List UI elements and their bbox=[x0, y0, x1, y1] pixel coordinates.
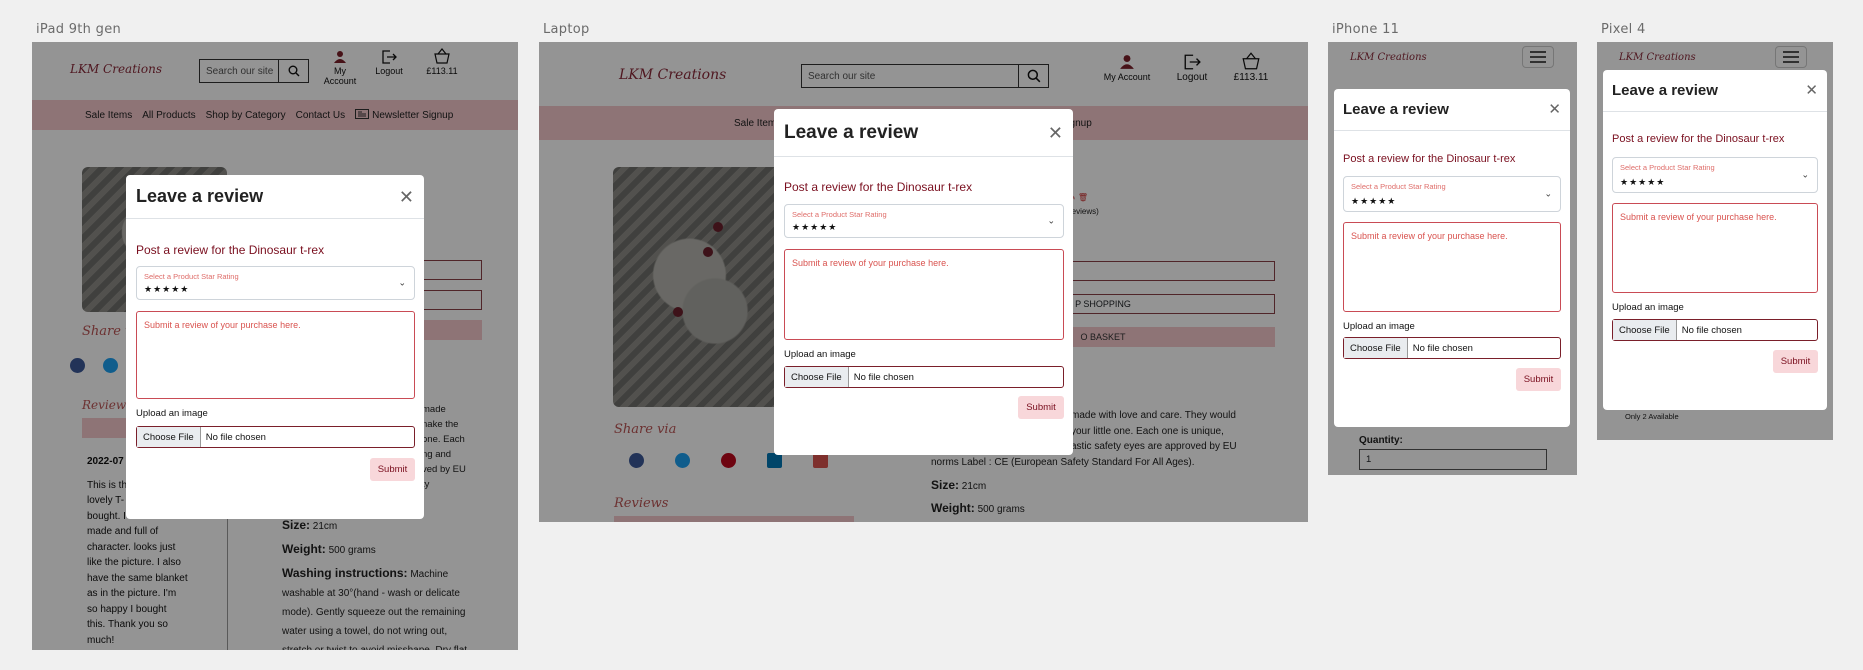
device-frame-laptop: LKM Creations Search our site My Account… bbox=[539, 42, 1308, 522]
upload-label: Upload an image bbox=[136, 408, 208, 419]
modal-header: Leave a review ✕ bbox=[1334, 89, 1570, 131]
device-label-laptop: Laptop bbox=[543, 22, 590, 37]
close-icon[interactable]: ✕ bbox=[399, 188, 414, 206]
file-name: No file chosen bbox=[205, 431, 266, 443]
modal-header: Leave a review ✕ bbox=[126, 175, 424, 219]
review-textarea[interactable]: Submit a review of your purchase here. bbox=[1612, 203, 1818, 293]
modal-title: Leave a review bbox=[1612, 82, 1718, 99]
file-input[interactable]: Choose File No file chosen bbox=[1612, 319, 1818, 341]
device-label-pixel: Pixel 4 bbox=[1601, 22, 1646, 37]
review-textarea[interactable]: Submit a review of your purchase here. bbox=[784, 249, 1064, 340]
modal-subtitle: Post a review for the Dinosaur t-rex bbox=[136, 243, 325, 257]
file-input[interactable]: Choose File No file chosen bbox=[1343, 337, 1561, 359]
review-modal: Leave a review ✕ Post a review for the D… bbox=[774, 109, 1073, 455]
modal-title: Leave a review bbox=[136, 186, 264, 206]
chevron-down-icon: ⌄ bbox=[1047, 215, 1055, 226]
choose-file-button[interactable]: Choose File bbox=[1344, 338, 1408, 358]
close-icon[interactable]: ✕ bbox=[1048, 124, 1063, 142]
upload-label: Upload an image bbox=[1612, 302, 1684, 313]
close-icon[interactable]: ✕ bbox=[1548, 102, 1561, 117]
modal-subtitle: Post a review for the Dinosaur t-rex bbox=[1612, 133, 1785, 145]
upload-label: Upload an image bbox=[784, 349, 856, 360]
star-rating-value: ★★★★★ bbox=[1351, 196, 1397, 206]
chevron-down-icon: ⌄ bbox=[398, 277, 406, 288]
chevron-down-icon: ⌄ bbox=[1801, 169, 1809, 180]
submit-button[interactable]: Submit bbox=[1516, 368, 1561, 391]
star-rating-label: Select a Product Star Rating bbox=[1620, 163, 1715, 172]
modal-header: Leave a review ✕ bbox=[1603, 70, 1827, 112]
upload-label: Upload an image bbox=[1343, 321, 1415, 332]
choose-file-button[interactable]: Choose File bbox=[1613, 320, 1677, 340]
modal-header: Leave a review ✕ bbox=[774, 109, 1073, 157]
choose-file-button[interactable]: Choose File bbox=[785, 367, 849, 387]
choose-file-button[interactable]: Choose File bbox=[137, 427, 201, 447]
modal-subtitle: Post a review for the Dinosaur t-rex bbox=[1343, 153, 1516, 165]
device-label-ipad: iPad 9th gen bbox=[36, 22, 122, 37]
modal-title: Leave a review bbox=[1343, 101, 1449, 118]
review-textarea[interactable]: Submit a review of your purchase here. bbox=[1343, 222, 1561, 312]
submit-button[interactable]: Submit bbox=[370, 458, 415, 481]
review-modal: Leave a review ✕ Post a review for the D… bbox=[1334, 89, 1570, 427]
star-rating-value: ★★★★★ bbox=[144, 284, 190, 294]
submit-button[interactable]: Submit bbox=[1018, 396, 1064, 419]
device-frame-iphone: LKM Creations Quantity: 1 Leave a review… bbox=[1328, 42, 1577, 475]
file-input[interactable]: Choose File No file chosen bbox=[784, 366, 1064, 388]
star-rating-select[interactable]: Select a Product Star Rating ★★★★★ ⌄ bbox=[1343, 176, 1561, 212]
star-rating-value: ★★★★★ bbox=[1620, 177, 1666, 187]
device-frame-pixel: LKM Creations Only 2 Available Leave a r… bbox=[1597, 42, 1833, 440]
file-name: No file chosen bbox=[1681, 324, 1742, 336]
star-rating-label: Select a Product Star Rating bbox=[792, 210, 887, 219]
device-label-iphone: iPhone 11 bbox=[1332, 22, 1400, 37]
review-textarea[interactable]: Submit a review of your purchase here. bbox=[136, 311, 415, 399]
modal-subtitle: Post a review for the Dinosaur t-rex bbox=[784, 180, 973, 194]
review-modal: Leave a review ✕ Post a review for the D… bbox=[1603, 70, 1827, 410]
star-rating-select[interactable]: Select a Product Star Rating ★★★★★ ⌄ bbox=[784, 204, 1064, 238]
close-icon[interactable]: ✕ bbox=[1805, 83, 1818, 98]
modal-title: Leave a review bbox=[784, 121, 919, 143]
star-rating-select[interactable]: Select a Product Star Rating ★★★★★ ⌄ bbox=[136, 266, 415, 300]
file-name: No file chosen bbox=[853, 371, 914, 383]
chevron-down-icon: ⌄ bbox=[1544, 188, 1552, 199]
star-rating-label: Select a Product Star Rating bbox=[1351, 182, 1446, 191]
file-input[interactable]: Choose File No file chosen bbox=[136, 426, 415, 448]
file-name: No file chosen bbox=[1412, 342, 1473, 354]
star-rating-select[interactable]: Select a Product Star Rating ★★★★★ ⌄ bbox=[1612, 157, 1818, 193]
review-modal: Leave a review ✕ Post a review for the D… bbox=[126, 175, 424, 519]
star-rating-value: ★★★★★ bbox=[792, 222, 838, 232]
submit-button[interactable]: Submit bbox=[1773, 350, 1818, 373]
star-rating-label: Select a Product Star Rating bbox=[144, 272, 239, 281]
device-frame-ipad: LKM Creations Search our site My Account… bbox=[32, 42, 518, 650]
